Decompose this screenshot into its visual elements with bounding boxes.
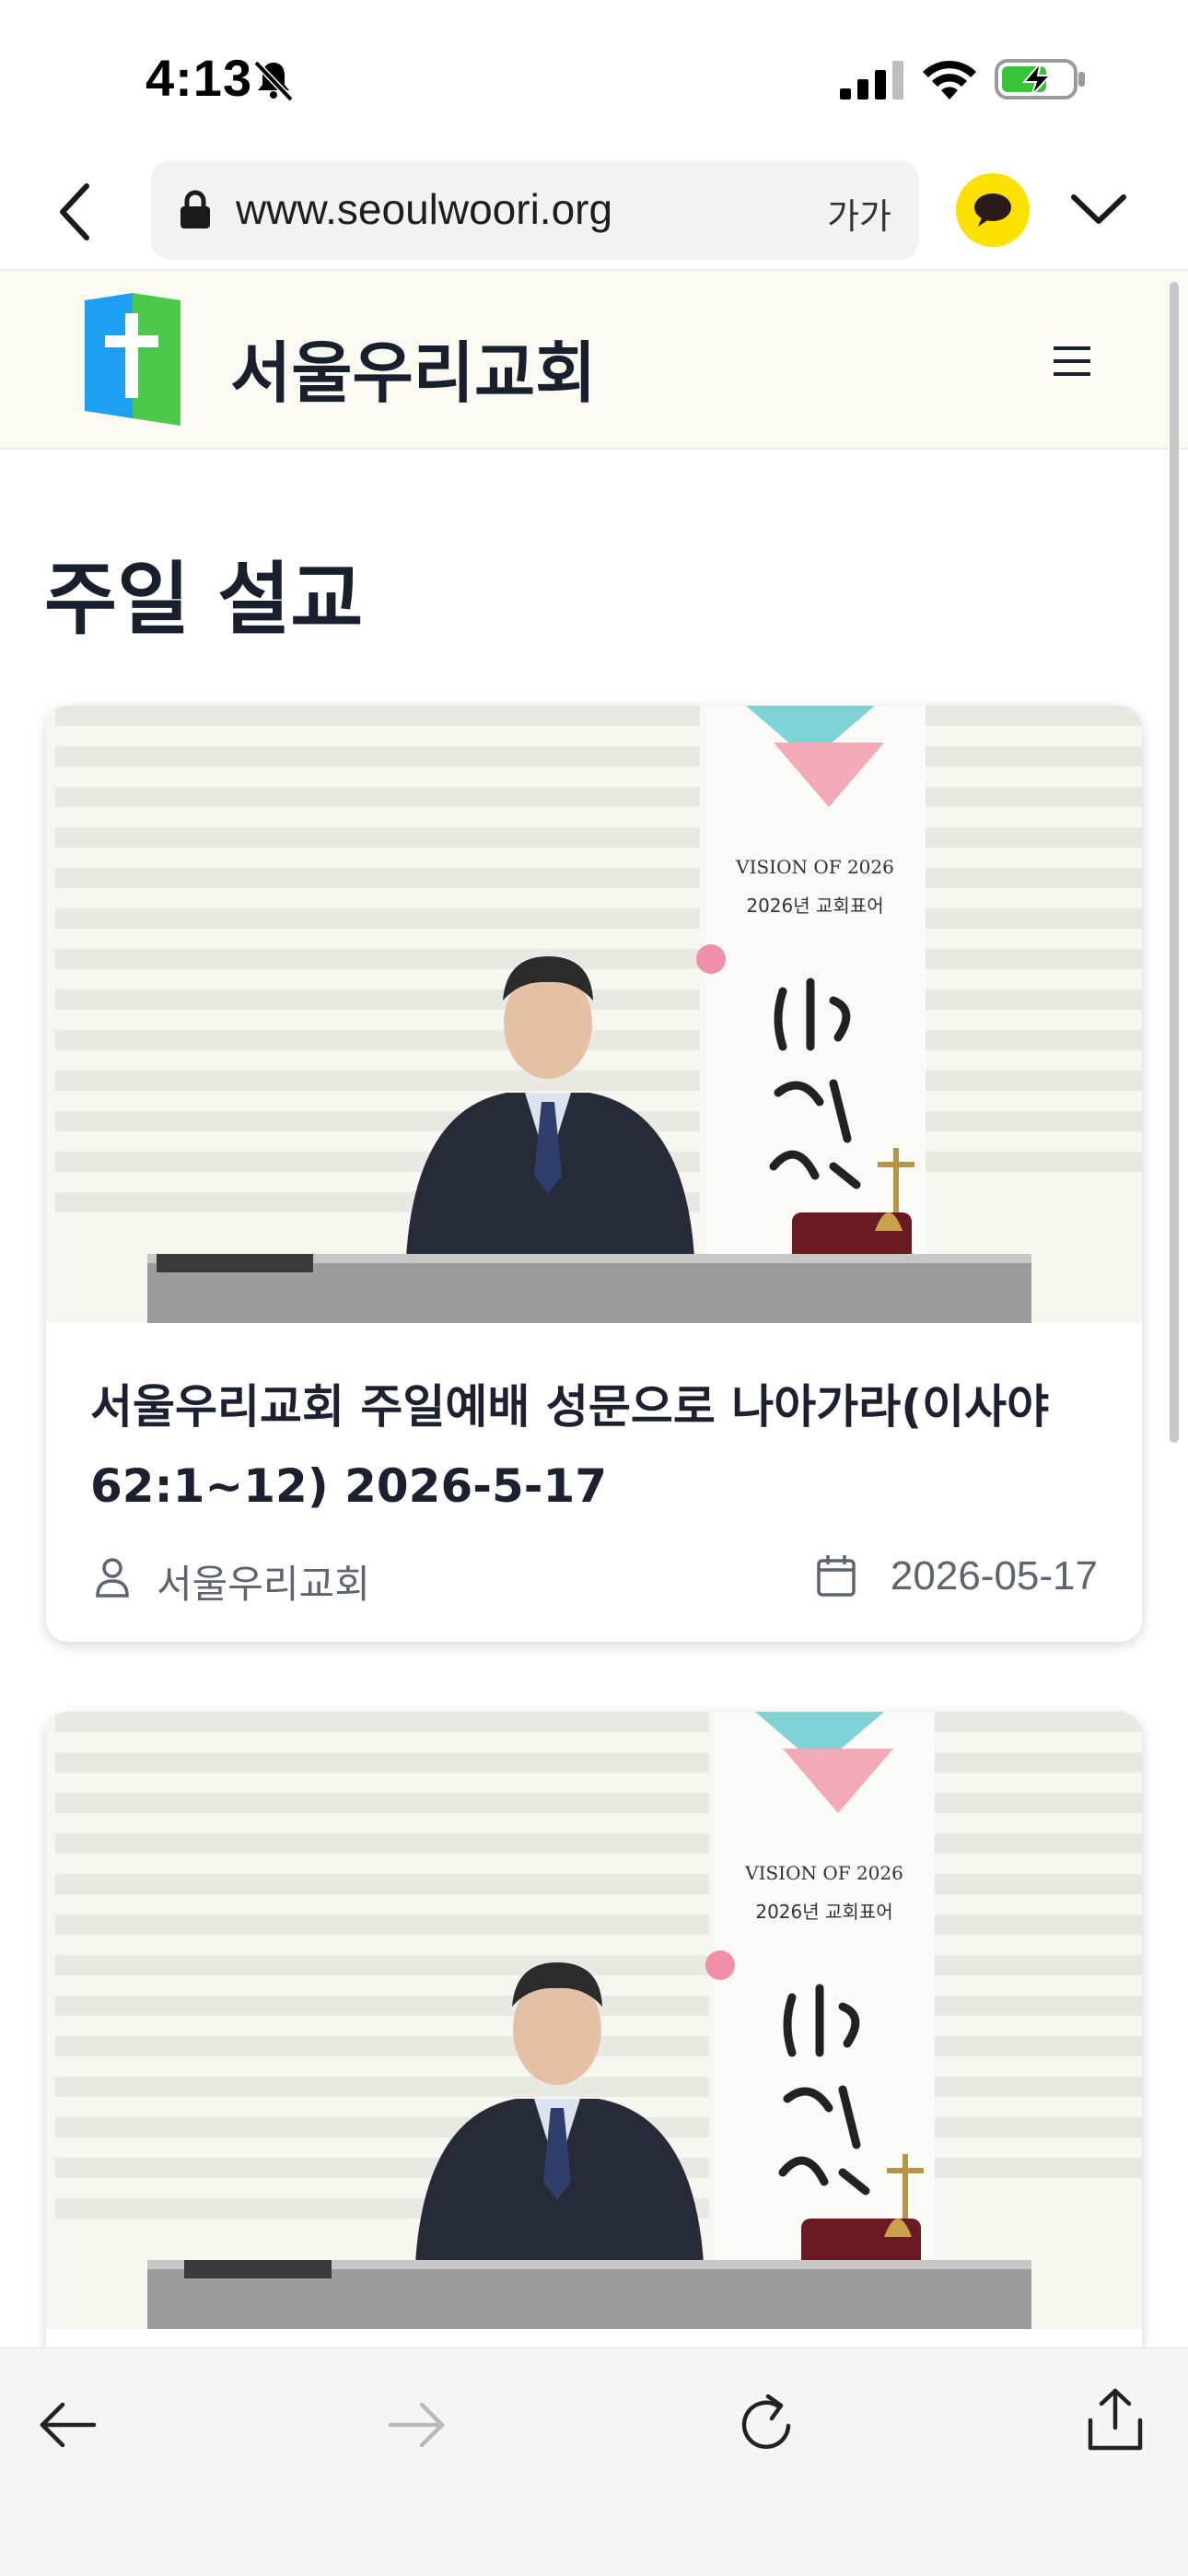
share-icon[interactable]: [1087, 2387, 1144, 2452]
banner-line-2: 2026년 교회표어: [746, 895, 883, 917]
kakao-talk-button[interactable]: [956, 173, 1030, 247]
text-size-button[interactable]: 가가: [827, 188, 891, 239]
reload-icon[interactable]: [737, 2393, 798, 2455]
lock-icon: [181, 190, 210, 228]
battery-charging-icon: [995, 59, 1085, 100]
site-name[interactable]: 서울우리교회: [230, 319, 596, 416]
sermon-author: 서울우리교회: [157, 1562, 370, 1607]
cellular-signal-icon: [840, 61, 903, 100]
page-title: 주일 설교: [44, 554, 364, 646]
chevron-down-icon[interactable]: [1068, 190, 1129, 228]
sermon-card[interactable]: VISION OF 2026 2026년 교회표어: [46, 706, 1142, 1642]
banner-line-2: 2026년 교회표어: [755, 1901, 892, 1923]
browser-toolbar: [0, 2348, 1188, 2576]
user-icon: [96, 1558, 129, 1598]
arrow-left-icon[interactable]: [37, 2400, 98, 2450]
wifi-icon: [923, 60, 976, 100]
hamburger-menu-icon[interactable]: [1052, 345, 1092, 378]
site-header: 서울우리교회: [0, 269, 1188, 450]
sermon-video-image: VISION OF 2026 2026년 교회표어: [46, 1712, 1142, 2329]
url-text: www.seoulwoori.org: [236, 185, 613, 233]
sermon-thumbnail[interactable]: VISION OF 2026 2026년 교회표어: [46, 1712, 1142, 2329]
kakao-talk-icon: [974, 193, 1011, 227]
back-chevron-icon[interactable]: [52, 179, 99, 245]
banner-line-1: VISION OF 2026: [744, 1862, 903, 1884]
page-scrollbar[interactable]: [1170, 282, 1179, 1443]
calendar-icon: [817, 1555, 856, 1597]
arrow-right-icon[interactable]: [387, 2400, 448, 2450]
browser-address-bar: www.seoulwoori.org 가가: [0, 158, 1188, 269]
sermon-title[interactable]: 서울우리교회 주일예배 성문으로 나아가라(이사야 62:1~12) 2026-…: [90, 1367, 1103, 1526]
sermon-meta: 서울우리교회 2026-05-17: [46, 1544, 1098, 1609]
url-field[interactable]: www.seoulwoori.org 가가: [151, 160, 919, 260]
church-logo-icon[interactable]: [85, 293, 181, 426]
sermon-video-image: VISION OF 2026 2026년 교회표어: [46, 706, 1142, 1323]
bell-slash-icon: [253, 60, 294, 102]
sermon-thumbnail[interactable]: VISION OF 2026 2026년 교회표어: [46, 706, 1142, 1323]
status-bar: 4:13: [0, 0, 1188, 158]
banner-line-1: VISION OF 2026: [735, 856, 894, 878]
sermon-date: 2026-05-17: [890, 1553, 1098, 1598]
status-time: 4:13: [146, 49, 253, 107]
